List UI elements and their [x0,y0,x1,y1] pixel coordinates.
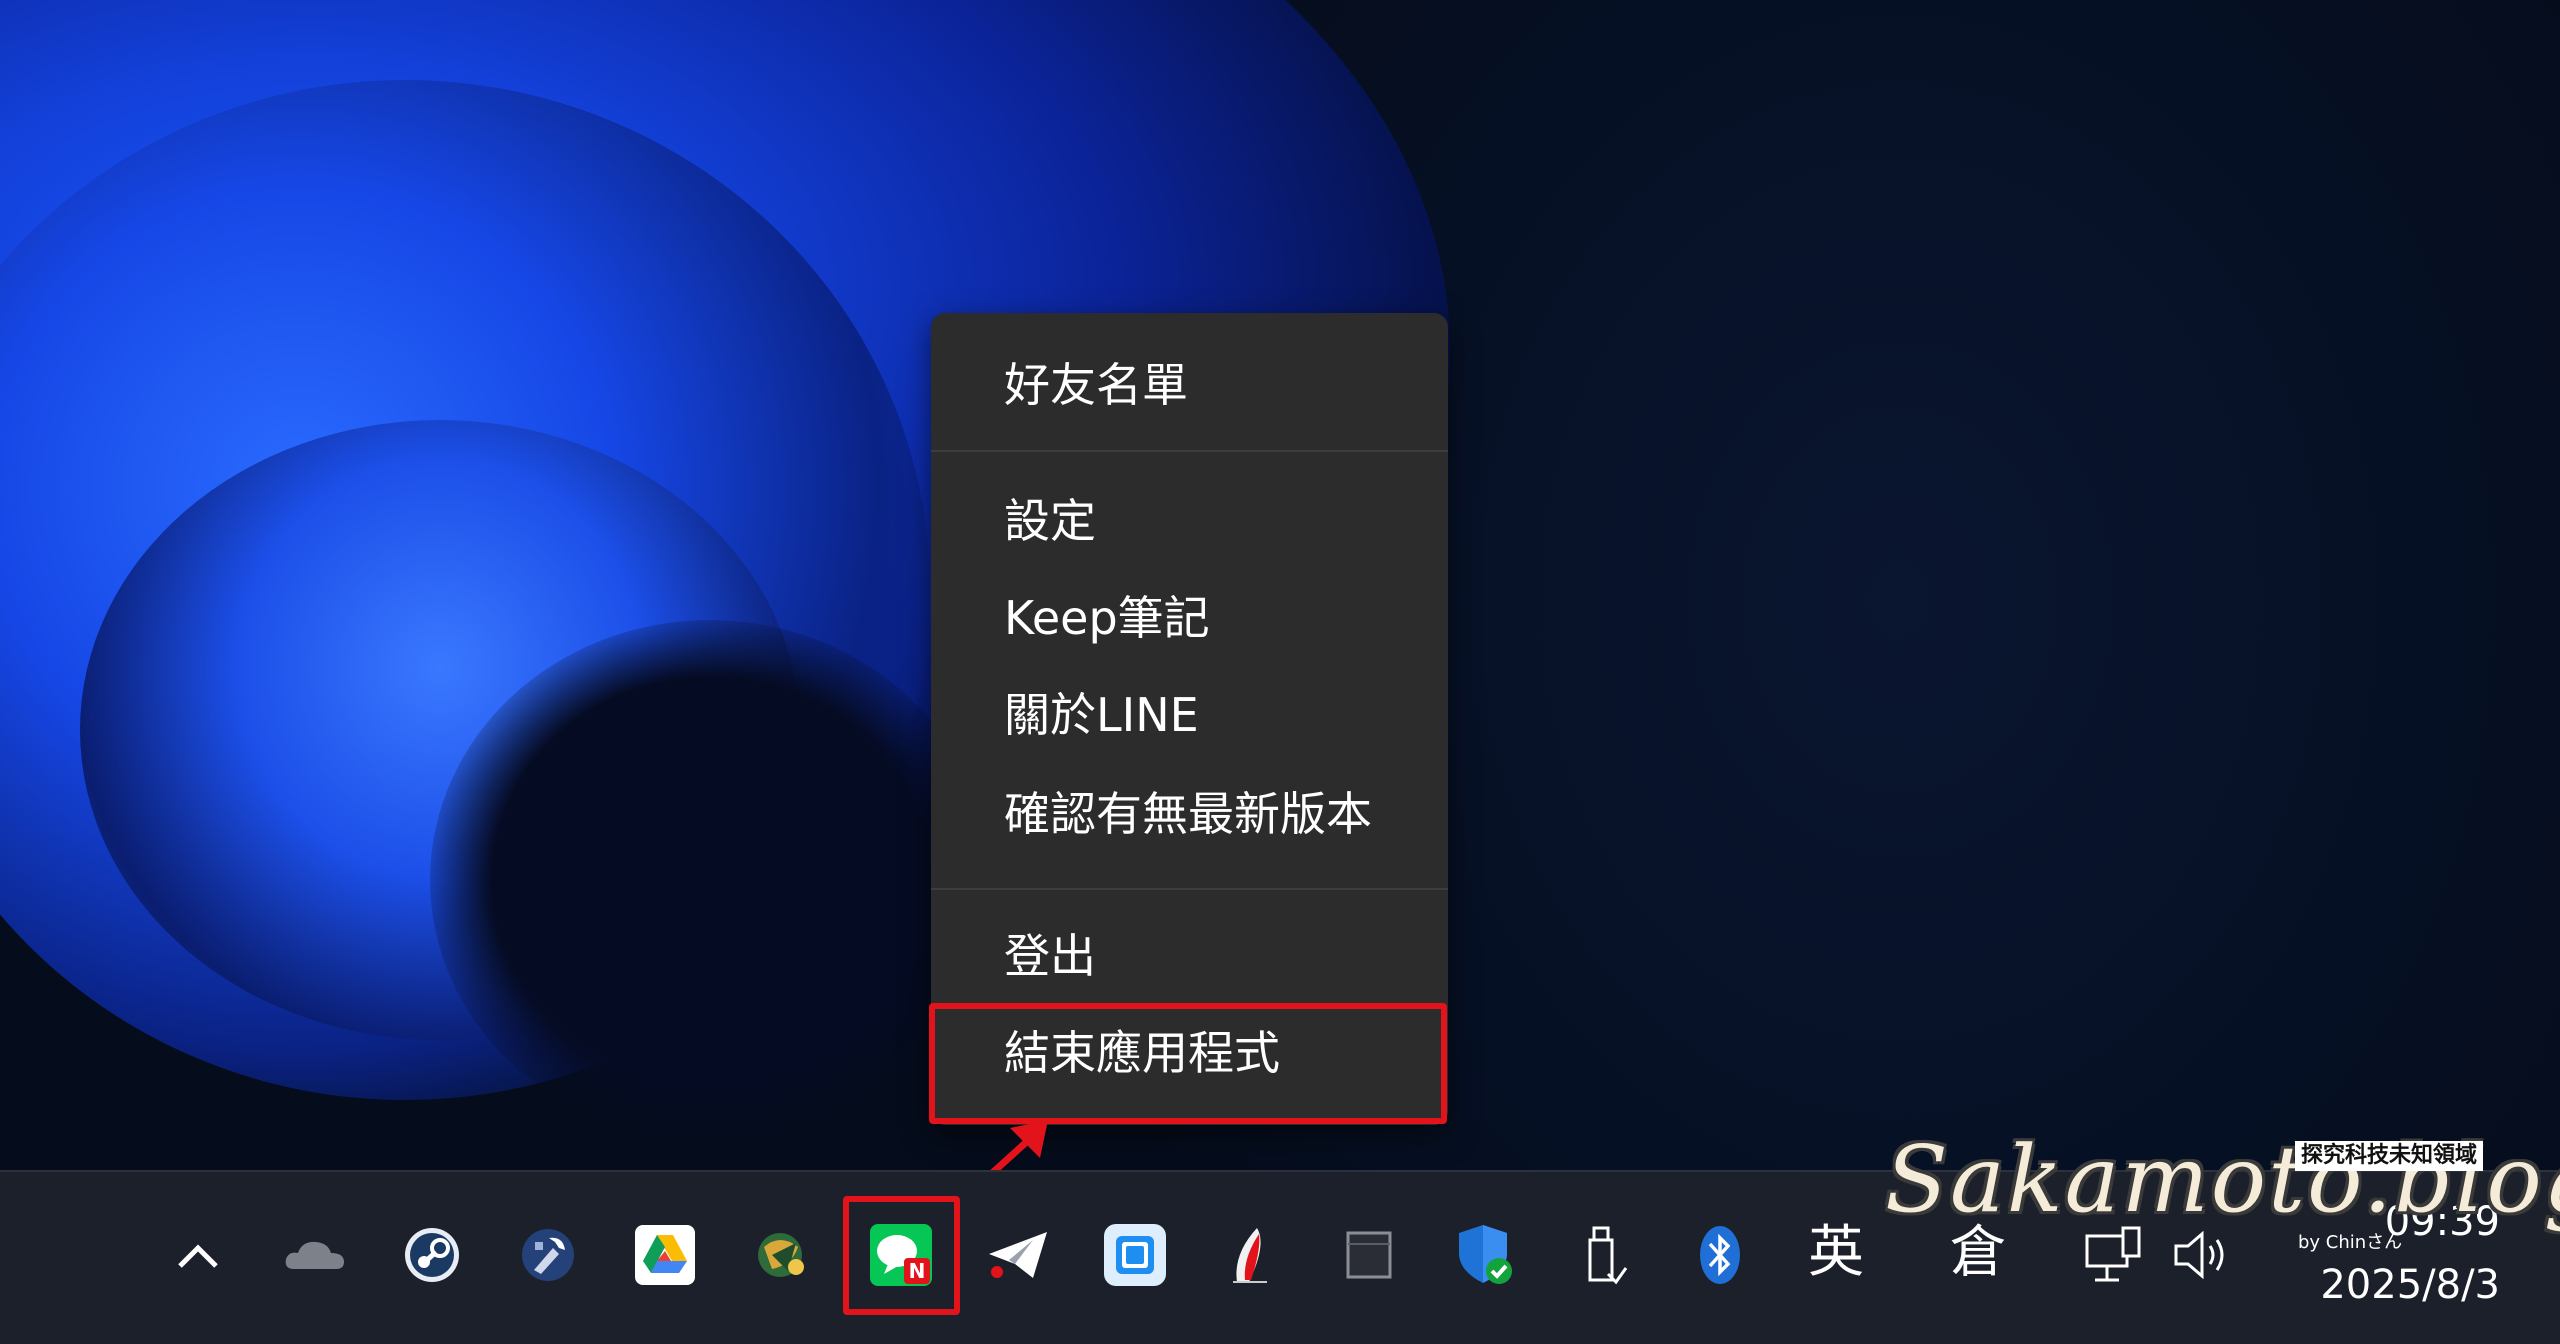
menu-item-settings[interactable]: 設定 [931,475,1448,567]
dev-tools-icon[interactable] [513,1220,583,1290]
map-app-icon[interactable] [747,1220,817,1290]
onedrive-cloud-icon[interactable] [280,1220,350,1290]
chevron-up-icon[interactable] [163,1220,233,1290]
steam-icon[interactable] [397,1220,467,1290]
watermark-logo: Sakamoto.blog [1885,1126,2560,1233]
watermark-tagline: 探究科技未知領域 [2295,1141,2484,1171]
menu-item-check-update[interactable]: 確認有無最新版本 [931,768,1448,860]
menu-item-logout[interactable]: 登出 [931,910,1448,1002]
menu-item-keep-notes[interactable]: Keep筆記 [931,572,1448,664]
menu-item-friends-list[interactable]: 好友名單 [931,339,1448,431]
pen-app-icon[interactable] [1217,1220,1287,1290]
menu-separator [931,450,1448,452]
screen-mirror-icon[interactable] [1100,1220,1170,1290]
telegram-icon[interactable] [983,1220,1053,1290]
google-drive-icon[interactable] [630,1220,700,1290]
ime-mode-indicator[interactable]: 英 [1808,1218,1864,1288]
windows-security-icon[interactable] [1451,1220,1521,1290]
menu-separator [931,888,1448,890]
blank-app-icon[interactable] [1334,1220,1404,1290]
menu-item-about-line[interactable]: 關於LINE [931,669,1448,761]
bluetooth-icon[interactable] [1685,1220,1755,1290]
clock-date[interactable]: 2025/8/3 [2280,1257,2500,1313]
line-icon-highlight-box [843,1196,960,1315]
watermark-byline: by Chinさん [2298,1232,2403,1253]
usb-eject-icon[interactable] [1568,1220,1638,1290]
wallpaper-petal [430,620,990,1140]
